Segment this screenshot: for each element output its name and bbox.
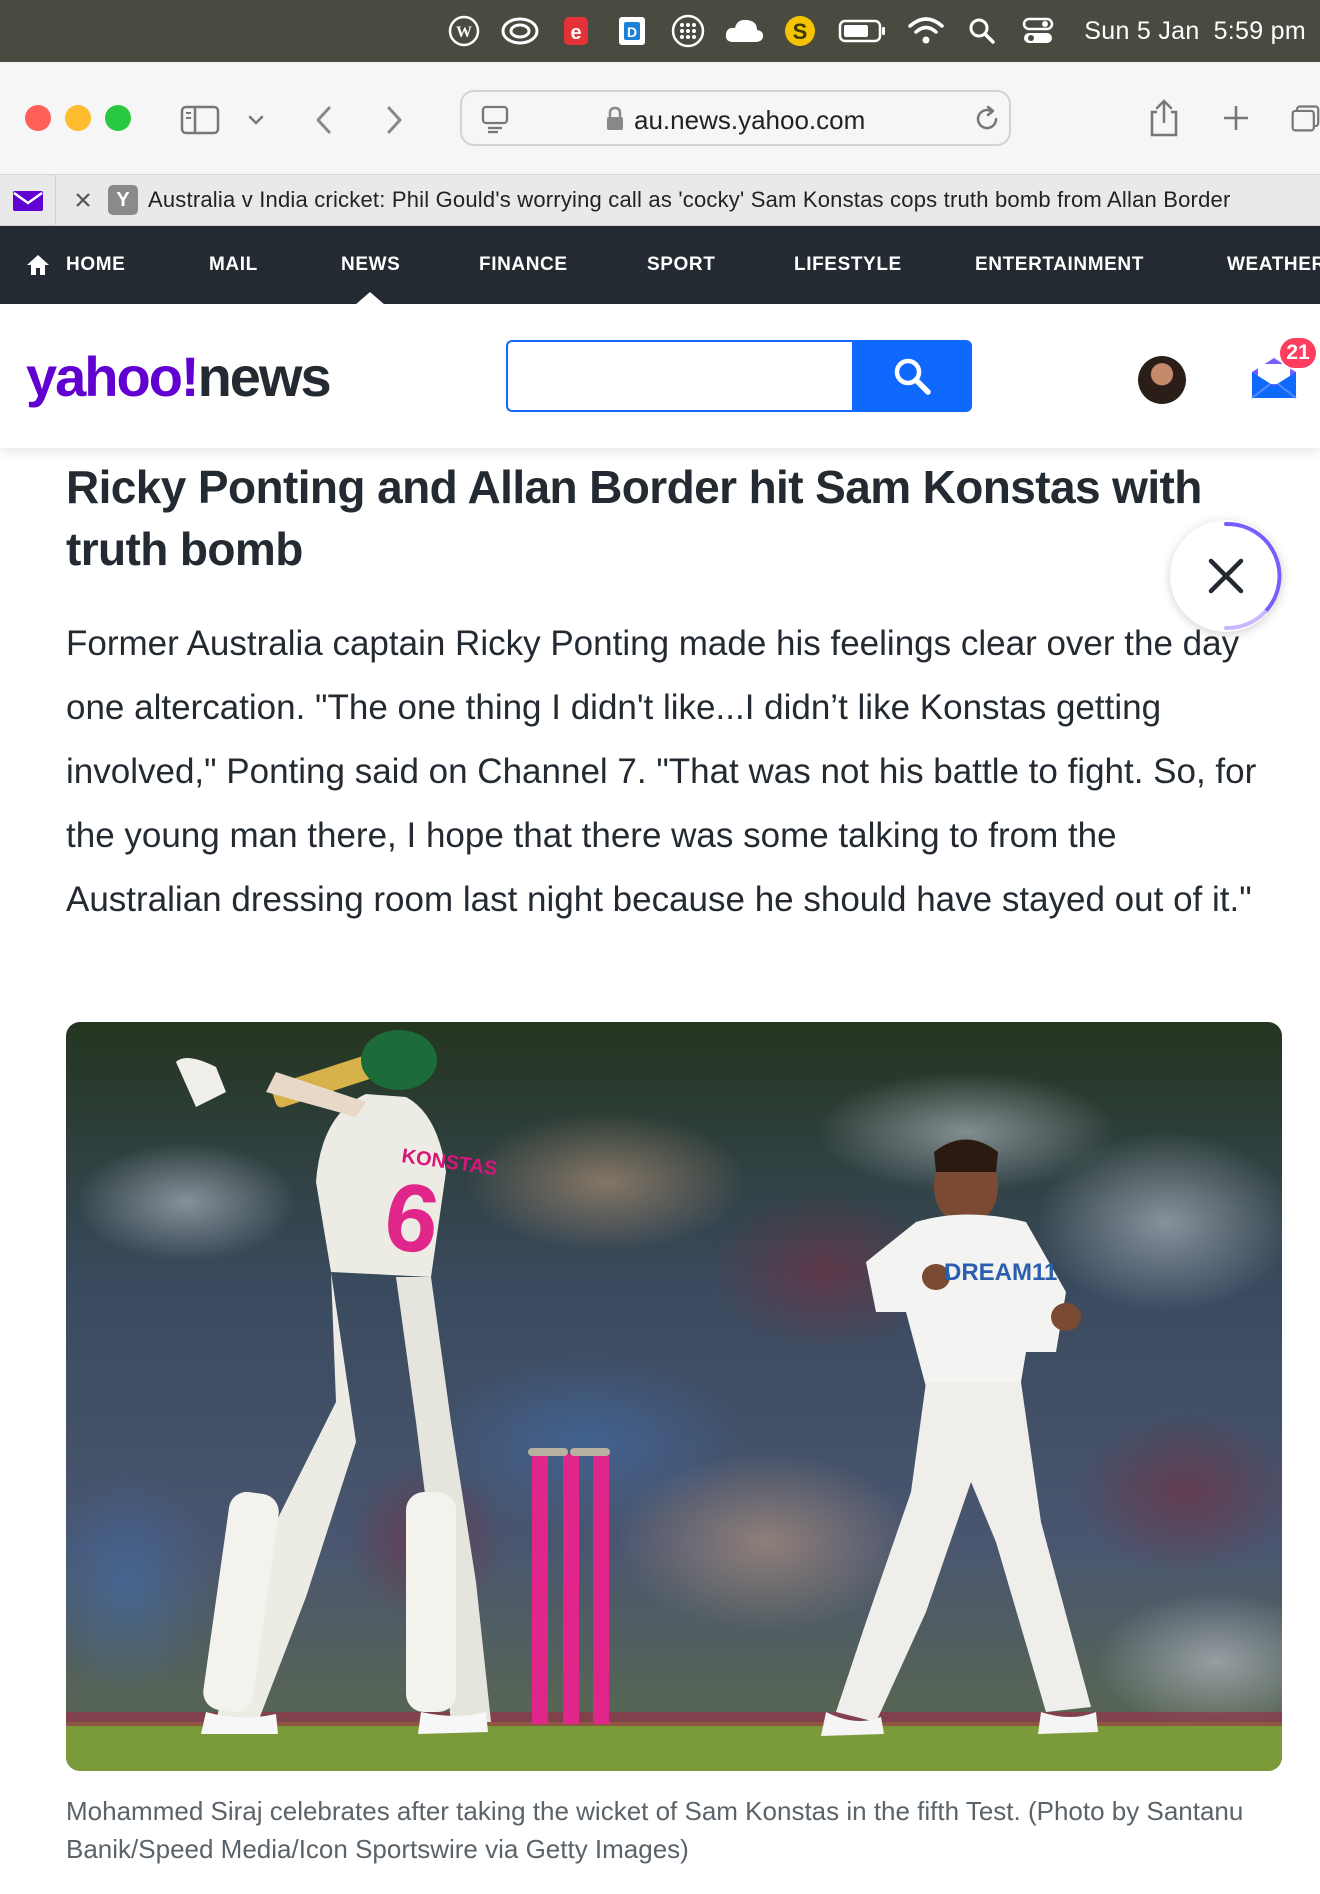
svg-text:W: W <box>456 24 472 41</box>
logo-yahoo: yahoo! <box>26 345 200 408</box>
macos-menu-bar: W e D S Sun 5 Jan 5:59 pm <box>0 0 1320 62</box>
back-button[interactable] <box>306 100 342 140</box>
grid-icon[interactable] <box>666 9 710 53</box>
page-menu-icon[interactable] <box>478 102 512 136</box>
forward-button[interactable] <box>376 100 412 140</box>
shirt-sponsor: DREAM11 <box>944 1259 1057 1286</box>
svg-text:D: D <box>627 24 637 40</box>
home-icon <box>27 255 49 275</box>
chevron-down-icon[interactable] <box>242 106 270 134</box>
url-text: au.news.yahoo.com <box>634 105 866 135</box>
yahoo-header: yahoo!news 21 <box>0 304 1320 448</box>
photo-caption: Mohammed Siraj celebrates after taking t… <box>66 1796 1244 1864</box>
mail-icon <box>12 190 43 211</box>
close-tab-icon[interactable] <box>70 187 96 213</box>
article-photo[interactable]: KONSTAS 6 DREAM11 <box>66 1022 1282 1771</box>
nav-home[interactable]: HOME <box>26 226 125 304</box>
battery-icon[interactable] <box>834 9 892 53</box>
nav-entertainment[interactable]: ENTERTAINMENT <box>975 226 1144 304</box>
ebay-icon[interactable]: e <box>554 9 598 53</box>
profile-avatar[interactable] <box>1138 356 1186 404</box>
wifi-icon[interactable] <box>904 9 948 53</box>
tab-overview-icon[interactable] <box>1290 98 1320 138</box>
reload-icon[interactable] <box>970 102 1004 136</box>
new-tab-icon[interactable] <box>1216 98 1256 138</box>
svg-text:S: S <box>793 19 808 44</box>
sketch-icon[interactable]: S <box>778 9 822 53</box>
cricket-photo: KONSTAS 6 DREAM11 <box>66 1022 1282 1771</box>
stumps <box>528 1448 610 1724</box>
active-nav-indicator <box>355 292 385 304</box>
nav-home-label: HOME <box>66 254 126 275</box>
cloud-icon[interactable] <box>722 9 766 53</box>
article-headline: Ricky Ponting and Allan Border hit Sam K… <box>66 461 1202 575</box>
wordpress-icon[interactable]: W <box>442 9 486 53</box>
article-body: Former Australia captain Ricky Ponting m… <box>66 624 1257 919</box>
nav-sport[interactable]: SPORT <box>647 226 715 304</box>
yahoo-favicon: Y <box>108 185 138 215</box>
nav-weather[interactable]: WEATHER <box>1227 226 1320 304</box>
share-icon[interactable] <box>1142 94 1186 142</box>
menubar-clock[interactable]: Sun 5 Jan 5:59 pm <box>1084 17 1306 46</box>
search-icon <box>894 358 931 395</box>
address-bar[interactable]: au.news.yahoo.com <box>460 90 1011 146</box>
logo-news: news <box>197 345 332 408</box>
minimize-window-button[interactable] <box>65 105 91 131</box>
close-window-button[interactable] <box>25 105 51 131</box>
search-button[interactable] <box>852 340 972 412</box>
mail-notification-badge: 21 <box>1278 336 1318 370</box>
creative-cloud-icon[interactable] <box>498 9 542 53</box>
yahoo-top-nav: HOME MAIL NEWS FINANCE SPORT LIFESTYLE E… <box>0 226 1320 304</box>
spotlight-icon[interactable] <box>960 9 1004 53</box>
svg-text:e: e <box>571 22 582 44</box>
nav-lifestyle[interactable]: LIFESTYLE <box>794 226 902 304</box>
zoom-window-button[interactable] <box>105 105 131 131</box>
sidebar-toggle-icon[interactable] <box>178 98 222 142</box>
lock-icon <box>602 104 628 134</box>
control-center-icon[interactable] <box>1016 9 1060 53</box>
nav-finance[interactable]: FINANCE <box>479 226 568 304</box>
menubar-time: 5:59 pm <box>1213 16 1306 45</box>
browser-toolbar: au.news.yahoo.com <box>0 62 1320 174</box>
dashlane-icon[interactable]: D <box>610 9 654 53</box>
tab-bar: Y Australia v India cricket: Phil Gould'… <box>0 174 1320 226</box>
nav-mail[interactable]: MAIL <box>209 226 258 304</box>
active-tab-title[interactable]: Australia v India cricket: Phil Gould's … <box>148 187 1230 213</box>
search-input[interactable] <box>506 340 854 412</box>
yahoo-news-logo[interactable]: yahoo!news <box>26 344 332 409</box>
menubar-date: Sun 5 Jan <box>1084 16 1200 45</box>
pinned-tab-yahoo-mail[interactable] <box>0 175 56 226</box>
